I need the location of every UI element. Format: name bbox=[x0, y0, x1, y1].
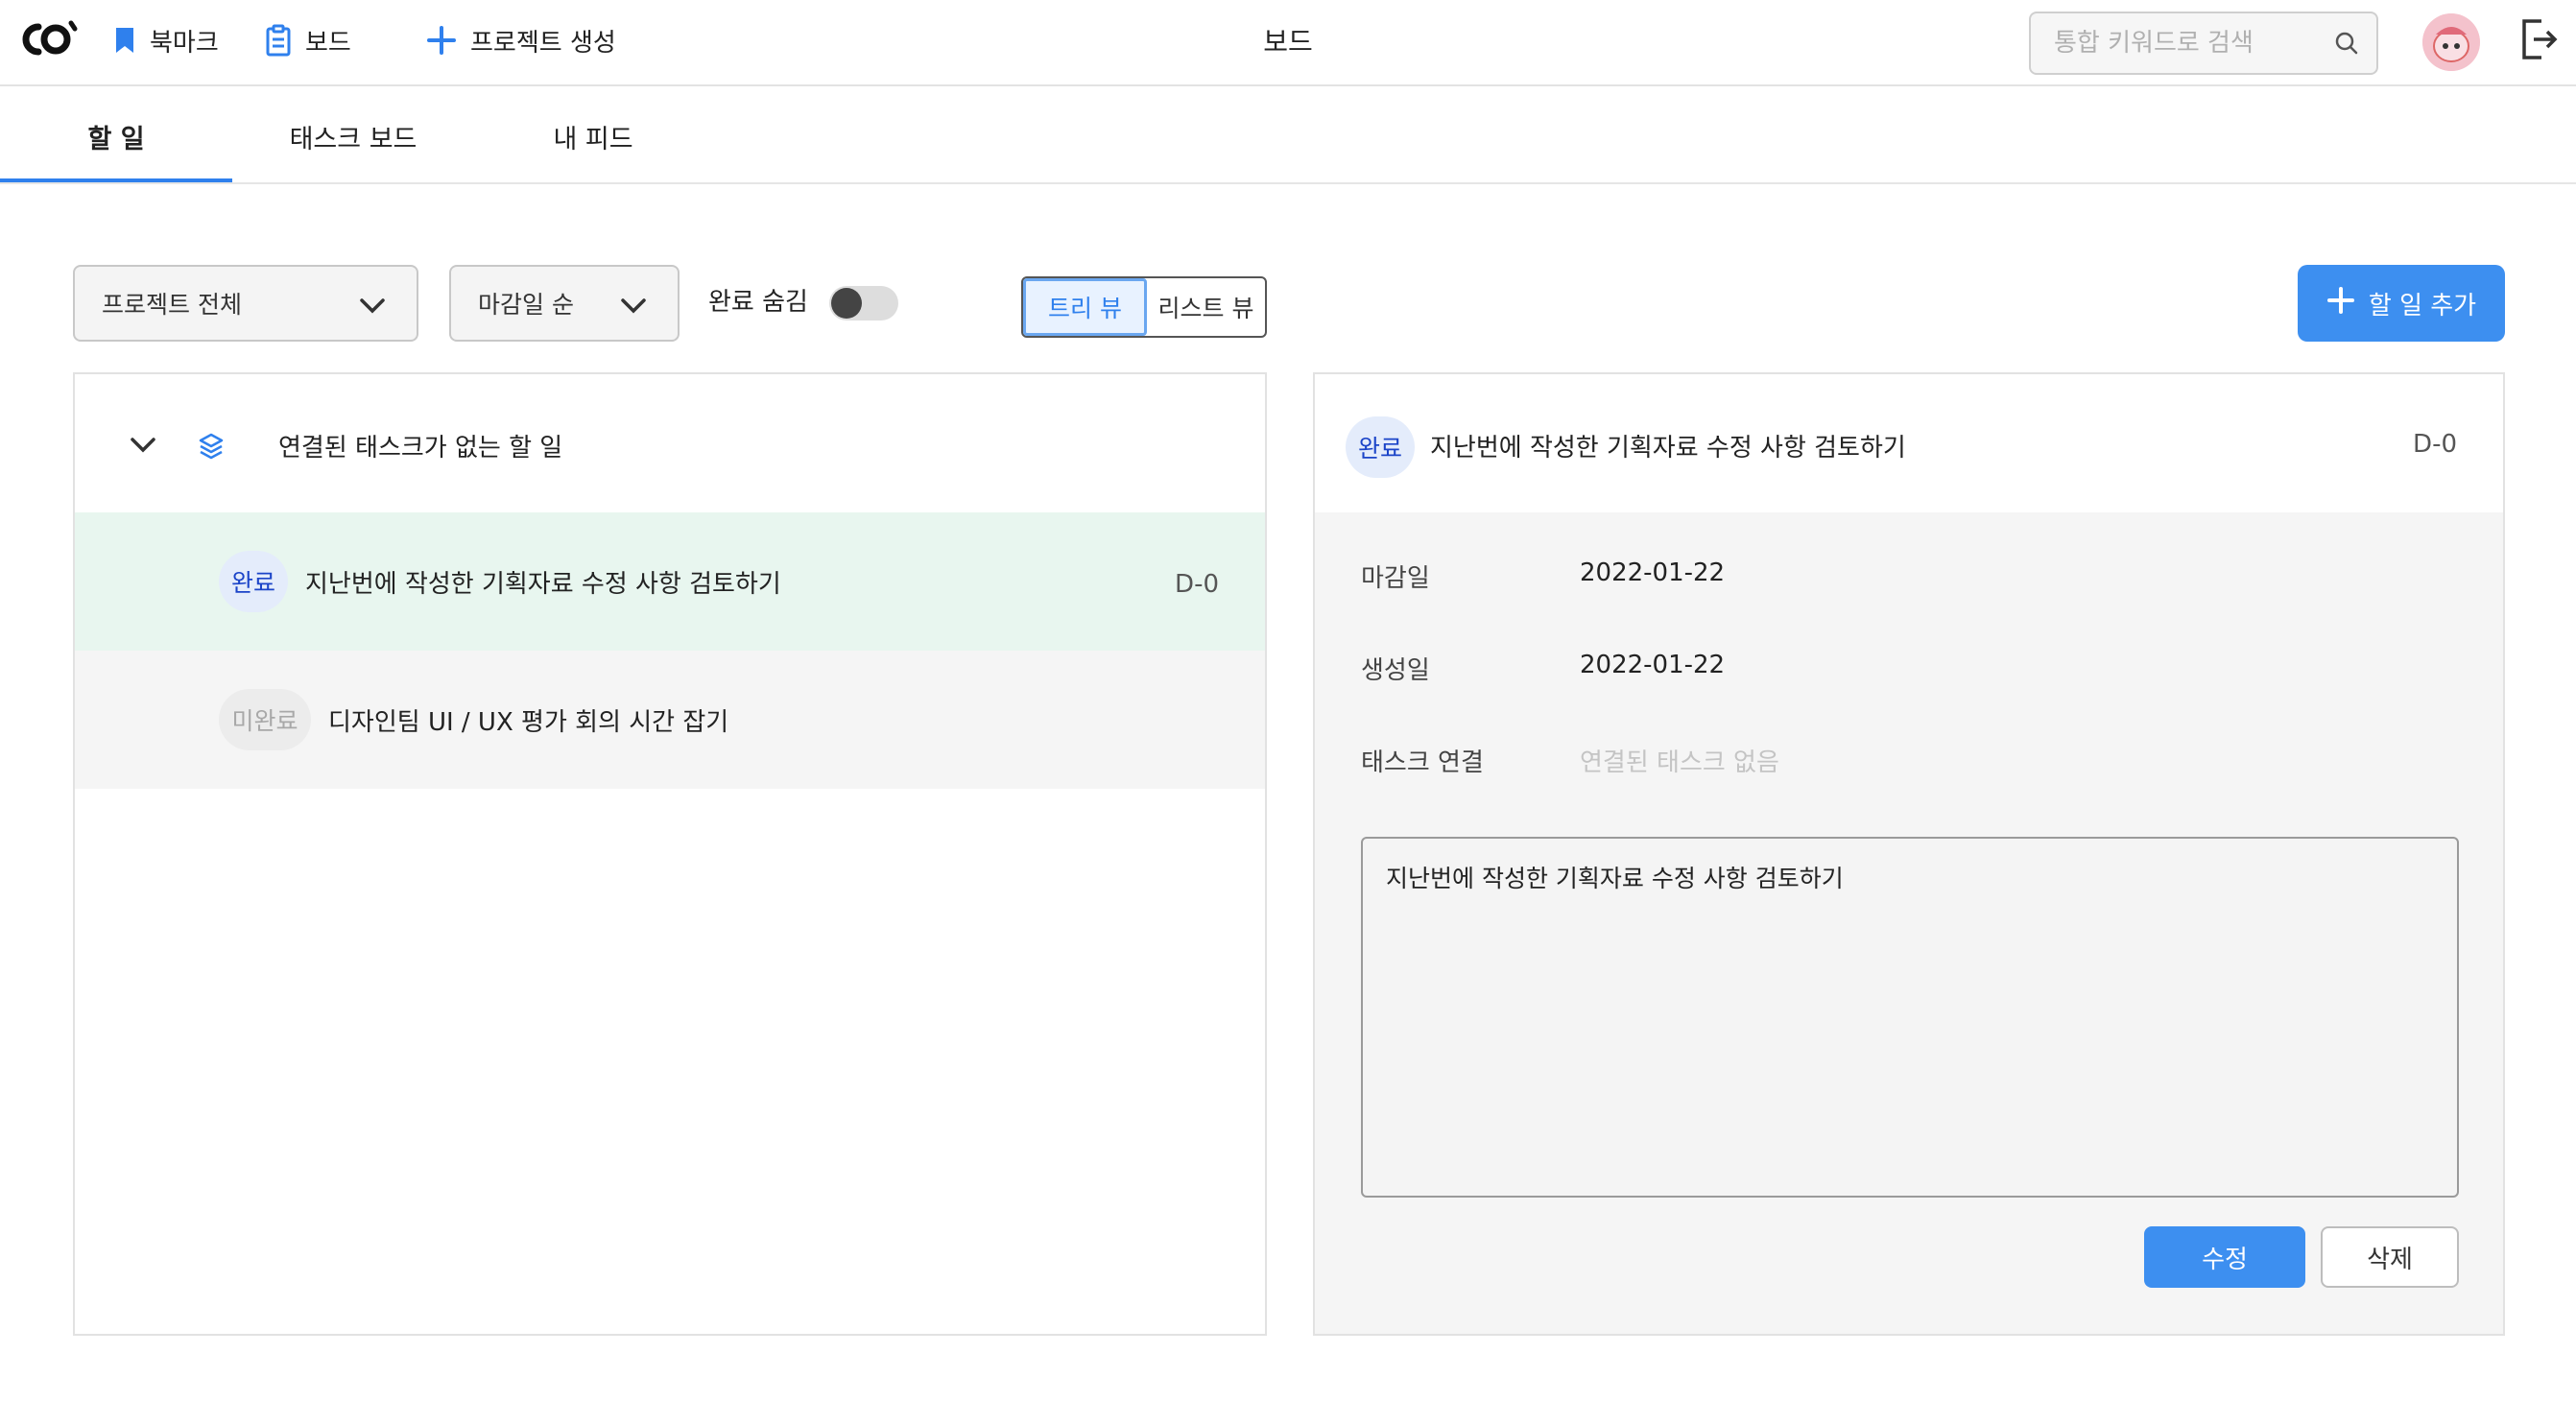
top-bar: 북마크 보드 프로젝트 생성 보드 bbox=[0, 0, 2576, 86]
add-todo-label: 할 일 추가 bbox=[2368, 291, 2477, 321]
memo-textarea[interactable]: 지난번에 작성한 기획자료 수정 사항 검토하기 bbox=[1361, 837, 2459, 1198]
edit-button[interactable]: 수정 bbox=[2144, 1226, 2305, 1288]
due-date-label: 마감일 bbox=[1361, 564, 1430, 593]
chevron-down-icon bbox=[620, 294, 647, 321]
search-box[interactable] bbox=[2029, 12, 2378, 75]
logout-icon[interactable] bbox=[2520, 17, 2559, 65]
project-filter-select[interactable]: 프로젝트 전체 bbox=[73, 265, 418, 342]
sort-value: 마감일 순 bbox=[478, 291, 574, 319]
detail-header: 완료 지난번에 작성한 기획자료 수정 사항 검토하기 D-0 bbox=[1315, 374, 2503, 512]
view-mode-toggle: 트리 뷰 리스트 뷰 bbox=[1021, 276, 1267, 338]
layers-icon bbox=[198, 432, 225, 466]
plus-icon bbox=[426, 25, 457, 56]
created-date-value: 2022-01-22 bbox=[1580, 651, 1726, 679]
hide-done-label: 완료 숨김 bbox=[708, 288, 808, 317]
todo-tree-panel: 연결된 태스크가 없는 할 일 완료 지난번에 작성한 기획자료 수정 사항 검… bbox=[73, 372, 1267, 1336]
nav-board[interactable]: 보드 bbox=[265, 21, 351, 59]
nav-create-project-label: 프로젝트 생성 bbox=[470, 28, 616, 58]
status-badge[interactable]: 완료 bbox=[219, 551, 288, 612]
nav-board-label: 보드 bbox=[305, 28, 351, 58]
nav-bookmark[interactable]: 북마크 bbox=[113, 21, 219, 59]
task-link-label: 태스크 연결 bbox=[1361, 748, 1484, 777]
list-view-button[interactable]: 리스트 뷰 bbox=[1147, 278, 1265, 336]
clipboard-icon bbox=[265, 24, 292, 57]
hide-done-toggle[interactable] bbox=[829, 286, 898, 321]
chevron-down-icon[interactable] bbox=[129, 436, 157, 459]
todo-detail-panel: 완료 지난번에 작성한 기획자료 수정 사항 검토하기 D-0 마감일 2022… bbox=[1313, 372, 2505, 1336]
tree-view-button[interactable]: 트리 뷰 bbox=[1023, 278, 1147, 336]
toggle-knob bbox=[831, 288, 862, 319]
tab-todo[interactable]: 할 일 bbox=[0, 88, 232, 184]
todo-item-title: 디자인팀 UI / UX 평가 회의 시간 잡기 bbox=[328, 707, 729, 737]
nav-bookmark-label: 북마크 bbox=[150, 28, 219, 58]
bookmark-icon bbox=[113, 26, 136, 55]
status-badge[interactable]: 미완료 bbox=[219, 689, 311, 750]
tab-task-board[interactable]: 태스크 보드 bbox=[240, 88, 466, 184]
todo-group-title: 연결된 태스크가 없는 할 일 bbox=[278, 434, 563, 463]
search-icon[interactable] bbox=[2334, 31, 2359, 59]
tab-bar: 할 일 태스크 보드 내 피드 bbox=[0, 88, 2576, 184]
todo-group-header: 연결된 태스크가 없는 할 일 bbox=[75, 374, 1265, 512]
app-logo[interactable] bbox=[19, 19, 79, 59]
todo-item[interactable]: 완료 지난번에 작성한 기획자료 수정 사항 검토하기 D-0 bbox=[75, 512, 1265, 651]
created-date-label: 생성일 bbox=[1361, 656, 1430, 685]
plus-icon bbox=[2326, 286, 2355, 321]
todo-item-title: 지난번에 작성한 기획자료 수정 사항 검토하기 bbox=[305, 569, 781, 599]
todo-item[interactable]: 미완료 디자인팀 UI / UX 평가 회의 시간 잡기 bbox=[75, 651, 1265, 789]
search-input[interactable] bbox=[2031, 13, 2319, 73]
add-todo-button[interactable]: 할 일 추가 bbox=[2298, 265, 2505, 342]
due-date-value: 2022-01-22 bbox=[1580, 558, 1726, 587]
task-link-value[interactable]: 연결된 태스크 없음 bbox=[1580, 743, 1779, 778]
chevron-down-icon bbox=[359, 294, 386, 321]
detail-title: 지난번에 작성한 기획자료 수정 사항 검토하기 bbox=[1430, 434, 1906, 463]
sort-select[interactable]: 마감일 순 bbox=[449, 265, 680, 342]
nav-create-project[interactable]: 프로젝트 생성 bbox=[426, 21, 616, 59]
avatar[interactable] bbox=[2422, 13, 2480, 71]
todo-item-dday: D-0 bbox=[1175, 570, 1219, 599]
active-tab-indicator bbox=[0, 178, 232, 182]
project-filter-value: 프로젝트 전체 bbox=[102, 291, 242, 319]
tab-my-feed[interactable]: 내 피드 bbox=[480, 88, 706, 184]
detail-dday: D-0 bbox=[2413, 430, 2457, 459]
detail-status-badge[interactable]: 완료 bbox=[1346, 416, 1415, 478]
delete-button[interactable]: 삭제 bbox=[2321, 1226, 2459, 1288]
